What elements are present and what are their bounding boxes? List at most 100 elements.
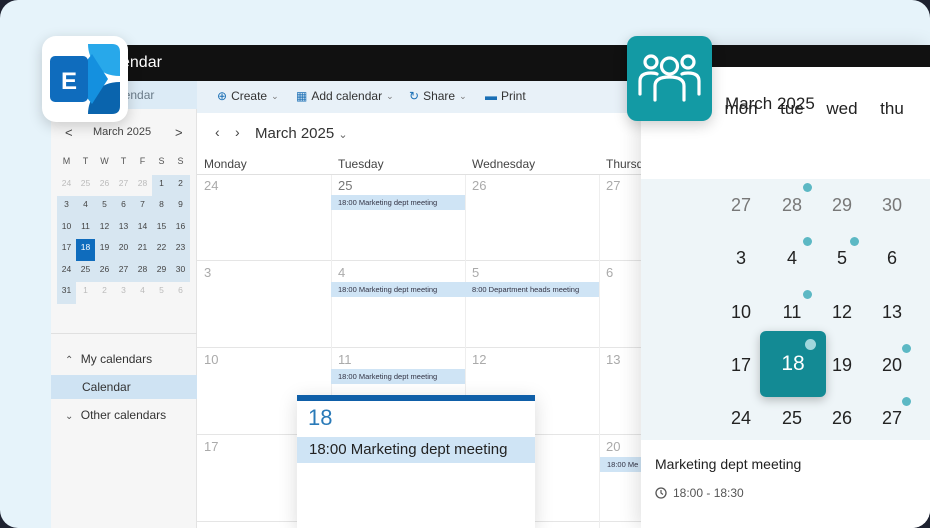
day-cell-10[interactable]: 10 [204,352,218,367]
day-cell-12[interactable]: 12 [472,352,486,367]
mobile-day-cell[interactable]: 12 [817,302,867,323]
event-dot [803,290,812,299]
mini-month-day[interactable]: 18 [76,239,95,261]
mobile-day-cell[interactable]: 13 [867,302,917,323]
mini-month-day[interactable]: 1 [152,174,171,196]
mini-month-day[interactable]: 17 [57,239,76,261]
day-cell-5[interactable]: 5 [472,265,479,280]
day-card-event[interactable]: 18:00 Marketing dept meeting [297,437,535,463]
mobile-day-cell[interactable]: 20 [867,355,917,376]
mini-month-day[interactable]: 5 [152,282,171,304]
mobile-day-cell[interactable]: 11 [767,302,817,323]
other-calendars-toggle[interactable]: ⌄ Other calendars [51,403,197,427]
mobile-day-cell[interactable]: 30 [867,195,917,216]
day-cell-24[interactable]: 24 [204,178,218,193]
mini-month-day[interactable]: 4 [76,196,95,218]
mini-month-day[interactable]: 6 [114,196,133,218]
event-dot [805,339,816,350]
mini-month-day[interactable]: 21 [133,239,152,261]
add-calendar-label: Add calendar [311,89,383,103]
mini-month-day[interactable]: 11 [76,217,95,239]
mobile-day-cell[interactable]: 10 [716,302,766,323]
mini-month-day[interactable]: 25 [76,260,95,282]
mini-month-day[interactable]: 24 [57,175,76,197]
mini-month-day[interactable]: 13 [114,217,133,239]
mini-month-day[interactable]: 7 [133,196,152,218]
mini-month-day[interactable]: 5 [95,196,114,218]
mobile-day-cell[interactable]: 5 [817,248,867,269]
mobile-day-cell[interactable]: 27 [867,408,917,429]
day-cell-26[interactable]: 26 [472,178,486,193]
calendar-event[interactable]: 8:00 Department heads meeting [465,282,599,297]
prev-month-button[interactable]: ‹ [215,124,220,140]
event-dot [803,237,812,246]
mini-month-day[interactable]: 15 [152,217,171,239]
mini-month-day[interactable]: 1 [76,282,95,304]
mini-month-day[interactable]: 3 [57,196,76,218]
mobile-day-cell[interactable]: 4 [767,248,817,269]
next-month-button[interactable]: › [235,124,240,140]
mini-month-day[interactable]: 19 [95,239,114,261]
mini-month-next-button[interactable]: > [175,125,183,140]
selected-day[interactable]: 18 [760,331,826,397]
mini-month-day[interactable]: 16 [171,217,190,239]
calendar-event[interactable]: 18:00 Me [600,457,641,472]
mobile-day-cell[interactable]: 6 [867,248,917,269]
mini-month-day[interactable]: 30 [171,260,190,282]
mini-month-day[interactable]: 28 [133,175,152,197]
day-cell-25[interactable]: 25 [338,178,352,193]
left-pane: lendar < March 2025 > M T W T F S S 24 25 26 27 28 1… [51,81,197,528]
mobile-day-cell[interactable]: 27 [716,195,766,216]
mobile-day-cell[interactable]: 28 [767,195,817,216]
mobile-day-cell[interactable]: 3 [716,248,766,269]
mini-month-day[interactable]: 26 [95,260,114,282]
calendar-event[interactable]: 18:00 Marketing dept meeting [331,282,465,297]
mini-month-day[interactable]: 10 [57,217,76,239]
mini-month-day[interactable]: 2 [95,282,114,304]
mobile-day-cell[interactable]: 26 [817,408,867,429]
mini-month-day[interactable]: 14 [133,217,152,239]
print-button[interactable]: ▬ Print [485,89,526,103]
month-title[interactable]: March 2025 ⌄ [255,125,348,142]
mobile-day-cell[interactable]: 25 [767,408,817,429]
sidebar-item-calendar[interactable]: Calendar [51,375,197,399]
day-cell-27[interactable]: 27 [606,178,620,193]
mini-month-day[interactable]: 12 [95,217,114,239]
mini-month-day[interactable]: 9 [171,196,190,218]
day-cell-3[interactable]: 3 [204,265,211,280]
day-cell-20[interactable]: 20 [606,439,620,454]
day-cell-11[interactable]: 11 [338,352,352,367]
mini-month-prev-button[interactable]: < [65,125,73,140]
mini-month-day[interactable]: 23 [171,239,190,261]
mini-month-day[interactable]: 3 [114,282,133,304]
mobile-day-cell[interactable]: 29 [817,195,867,216]
mini-month-title[interactable]: March 2025 [93,126,151,138]
mini-month-day[interactable]: 24 [57,260,76,282]
day-cell-13[interactable]: 13 [606,352,620,367]
mini-month-day[interactable]: 22 [152,239,171,261]
mini-month-day[interactable]: 29 [152,260,171,282]
mobile-day-cell[interactable]: 24 [716,408,766,429]
day-cell-17[interactable]: 17 [204,439,218,454]
calendar-event[interactable]: 18:00 Marketing dept meeting [331,369,465,384]
add-calendar-button[interactable]: ▦ Add calendar ⌄ [296,89,394,103]
share-button[interactable]: ↻ Share ⌄ [409,89,467,103]
mini-month-day[interactable]: 25 [76,175,95,197]
day-cell-6[interactable]: 6 [606,265,613,280]
mini-month-day[interactable]: 6 [171,282,190,304]
create-button[interactable]: ⊕ Create ⌄ [217,89,279,103]
mini-month-day[interactable]: 31 [57,282,76,304]
day-cell-4[interactable]: 4 [338,265,345,280]
mini-month-day[interactable]: 28 [133,260,152,282]
calendar-event[interactable]: 18:00 Marketing dept meeting [331,195,465,210]
mini-month-day[interactable]: 4 [133,282,152,304]
my-calendars-toggle[interactable]: ⌃ My calendars [51,347,197,371]
mobile-day-cell[interactable]: 17 [716,355,766,376]
mini-month-day[interactable]: 26 [95,175,114,197]
mini-month-day[interactable]: 8 [152,196,171,218]
mobile-event-title[interactable]: Marketing dept meeting [655,456,801,472]
mini-month-day[interactable]: 20 [114,239,133,261]
mini-month-day[interactable]: 2 [171,174,190,196]
mini-month-day[interactable]: 27 [114,175,133,197]
mini-month-day[interactable]: 27 [114,260,133,282]
